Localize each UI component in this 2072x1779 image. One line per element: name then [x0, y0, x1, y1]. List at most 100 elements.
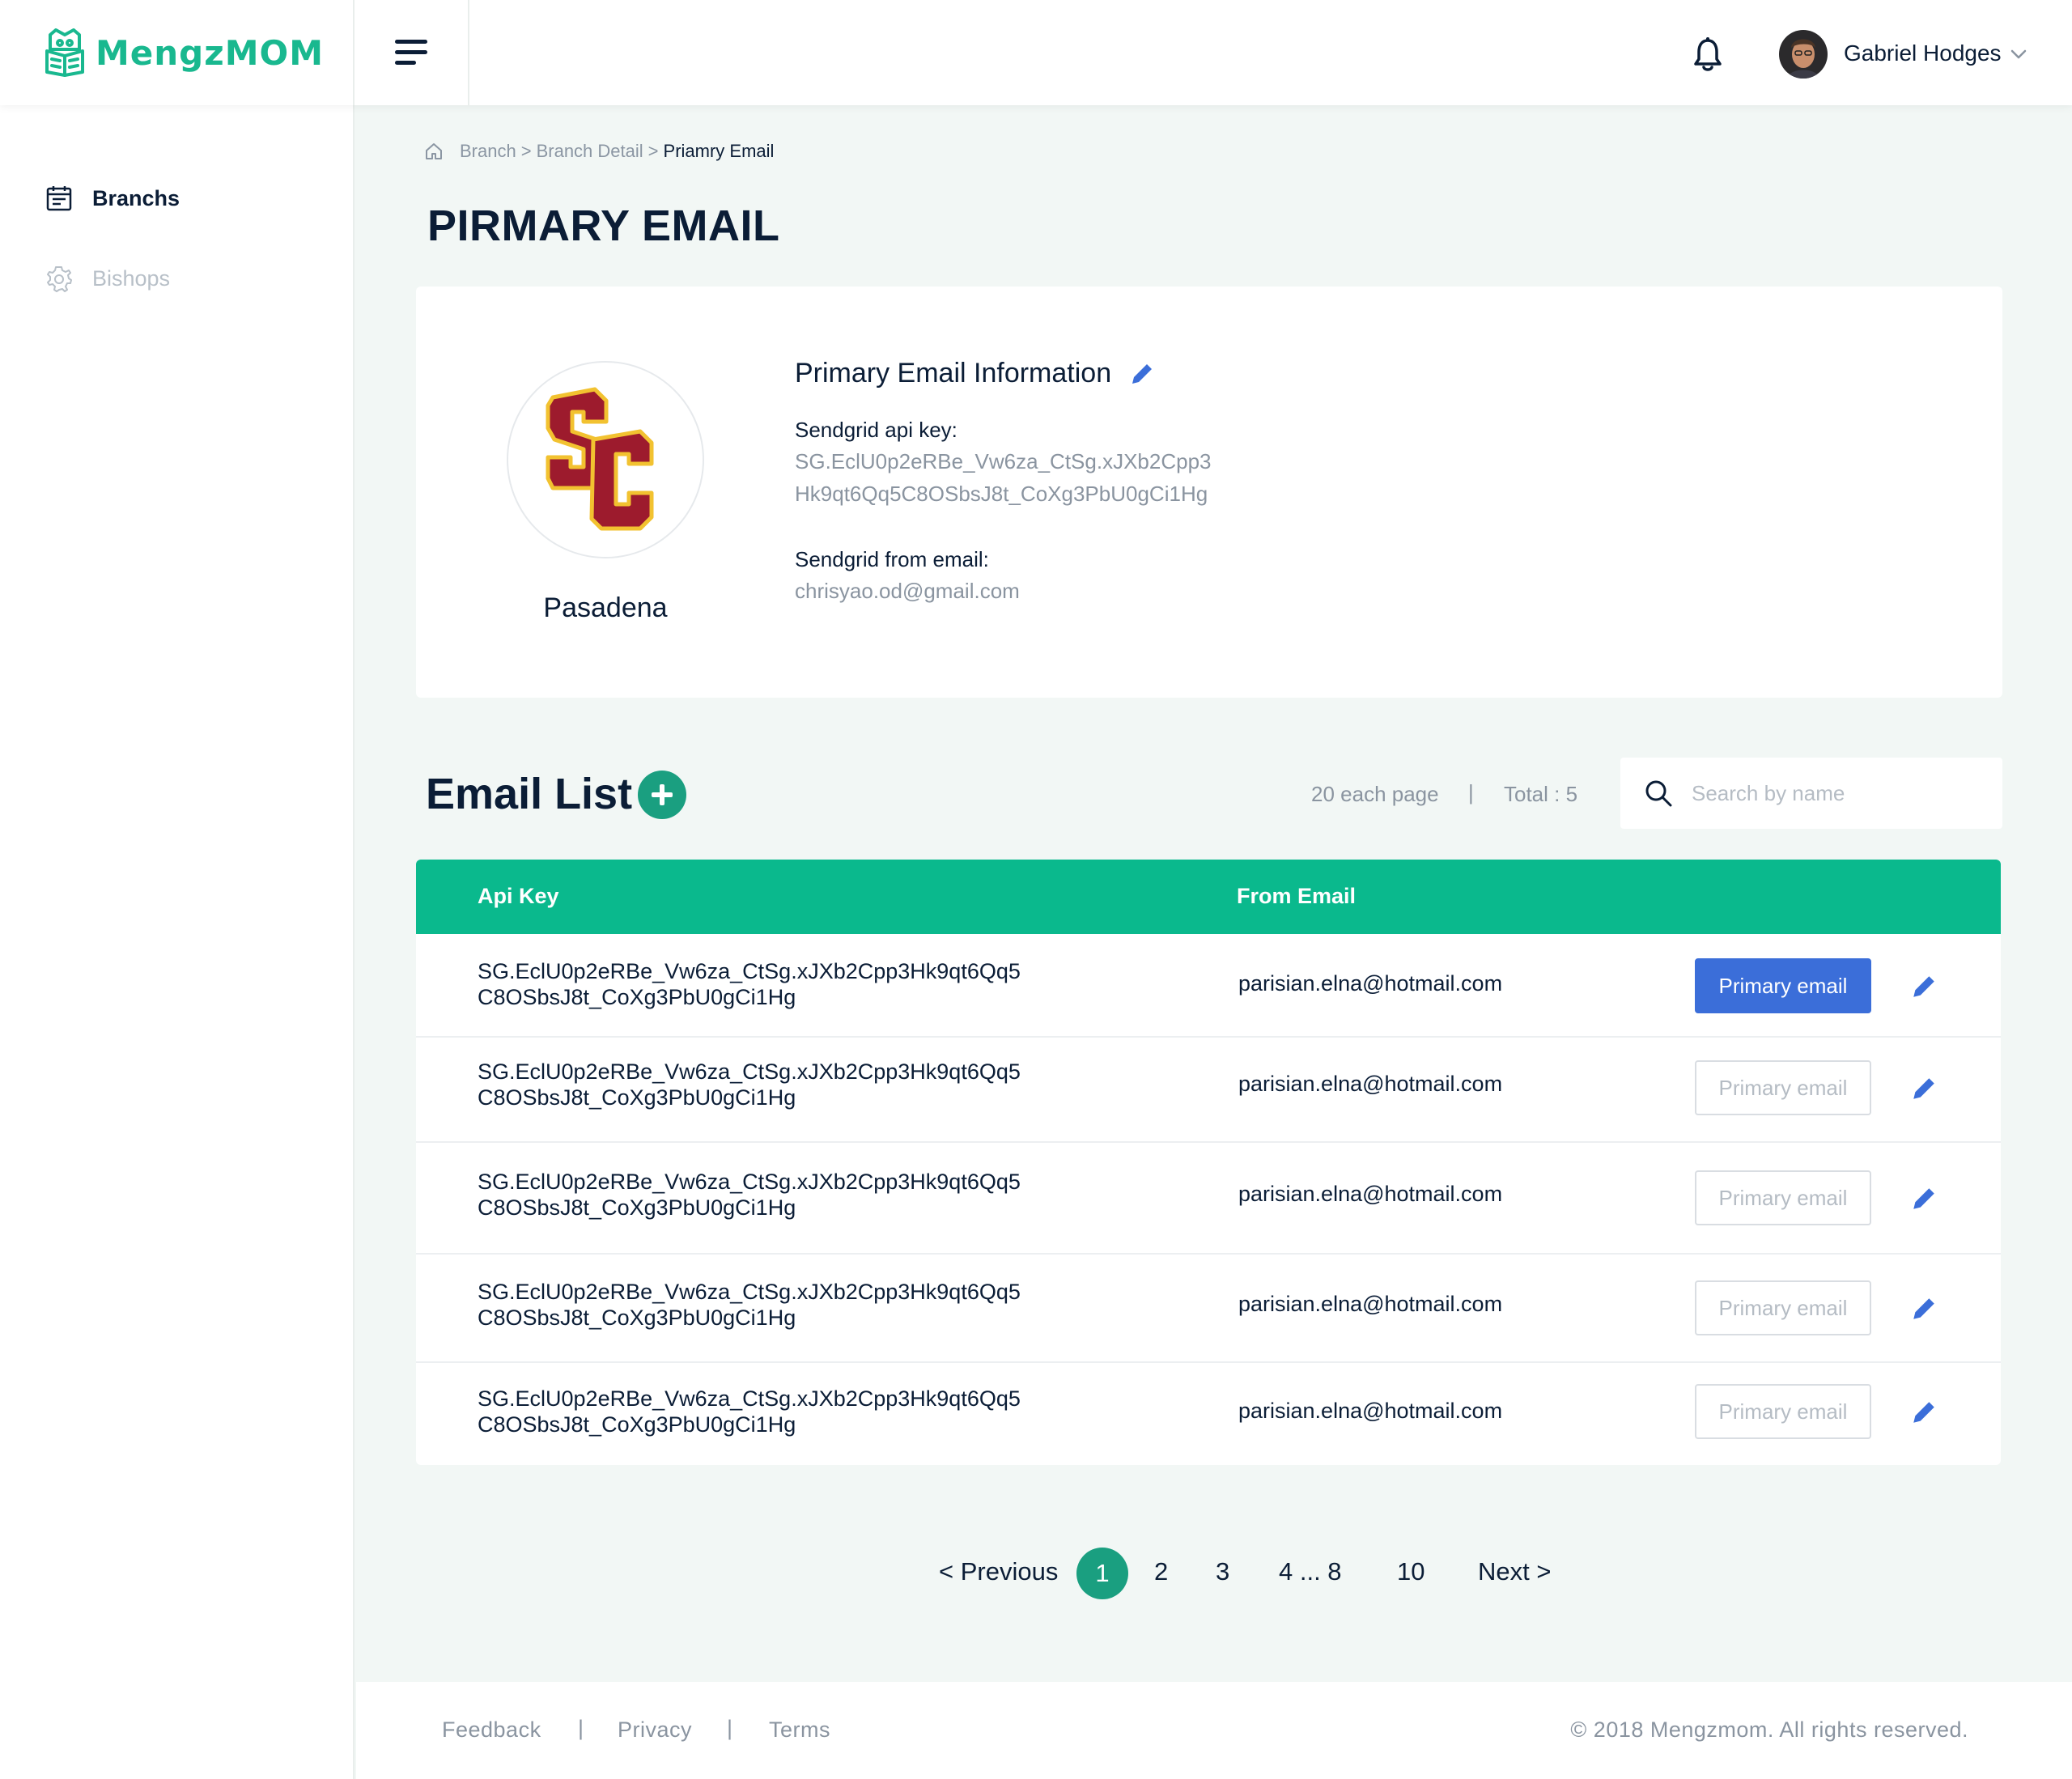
chevron-down-icon[interactable] — [2009, 47, 2028, 62]
page-link[interactable]: 4 ... 8 — [1279, 1557, 1342, 1586]
sidebar-item-label: Bishops — [92, 265, 171, 291]
breadcrumb-branch[interactable]: Branch — [460, 141, 516, 162]
api-key-label: Sendgrid api key: — [795, 418, 957, 442]
email-table: Api Key From Email SG.EclU0p2eRBe_Vw6za_… — [416, 860, 2001, 1465]
search-input[interactable] — [1692, 780, 1983, 806]
from-email-cell: parisian.elna@hotmail.com — [1238, 1182, 1503, 1206]
api-key-line2: C8OSbsJ8t_CoXg3PbU0gCi1Hg — [478, 1306, 796, 1330]
api-key-cell: SG.EclU0p2eRBe_Vw6za_CtSg.xJXb2Cpp3Hk9qt… — [478, 1386, 1021, 1437]
api-key-cell: SG.EclU0p2eRBe_Vw6za_CtSg.xJXb2Cpp3Hk9qt… — [478, 958, 1021, 1010]
primary-email-info-card: Pasadena Primary Email Information Sendg… — [416, 287, 2002, 698]
sidebar-item-bishops[interactable]: Bishops — [45, 262, 170, 295]
per-page-label[interactable]: 20 each page — [1311, 782, 1439, 807]
info-title-text: Primary Email Information — [795, 358, 1112, 388]
api-key-line2: C8OSbsJ8t_CoXg3PbU0gCi1Hg — [478, 1412, 796, 1437]
previous-page-button[interactable]: < Previous — [939, 1557, 1058, 1586]
logo[interactable]: MengzMOM — [0, 0, 355, 105]
api-key-value-line1: SG.EclU0p2eRBe_Vw6za_CtSg.xJXb2Cpp3 — [795, 449, 1212, 473]
top-bar: MengzMOM Gabriel Hodges — [0, 0, 2072, 105]
column-header-from-email[interactable]: From Email — [1237, 884, 1356, 909]
from-email-cell: parisian.elna@hotmail.com — [1238, 1399, 1503, 1423]
breadcrumb-separator: > — [648, 141, 659, 161]
primary-email-button[interactable]: Primary email — [1695, 1060, 1871, 1115]
api-key-cell: SG.EclU0p2eRBe_Vw6za_CtSg.xJXb2Cpp3Hk9qt… — [478, 1169, 1021, 1221]
edit-pencil-icon[interactable] — [1910, 1075, 1938, 1102]
page-current[interactable]: 1 — [1076, 1548, 1128, 1599]
page-link[interactable]: 2 — [1154, 1557, 1168, 1586]
home-icon[interactable] — [424, 142, 444, 161]
primary-email-button[interactable]: Primary email — [1695, 1280, 1871, 1335]
primary-email-button[interactable]: Primary email — [1695, 1170, 1871, 1225]
branch-name: Pasadena — [543, 592, 668, 623]
footer-separator: | — [727, 1716, 733, 1740]
table-row[interactable]: SG.EclU0p2eRBe_Vw6za_CtSg.xJXb2Cpp3Hk9qt… — [416, 1363, 2001, 1465]
hamburger-icon — [395, 40, 427, 65]
from-email-label: Sendgrid from email: — [795, 547, 989, 571]
api-key-cell: SG.EclU0p2eRBe_Vw6za_CtSg.xJXb2Cpp3Hk9qt… — [478, 1059, 1021, 1110]
from-email-value: chrisyao.od@gmail.com — [795, 579, 1020, 603]
page-link[interactable]: 3 — [1216, 1557, 1229, 1586]
add-email-button[interactable] — [638, 771, 686, 819]
next-page-button[interactable]: Next > — [1478, 1557, 1551, 1586]
api-key-line1: SG.EclU0p2eRBe_Vw6za_CtSg.xJXb2Cpp3Hk9qt… — [478, 1280, 1021, 1304]
bell-icon[interactable] — [1692, 37, 1724, 73]
api-key-line2: C8OSbsJ8t_CoXg3PbU0gCi1Hg — [478, 1085, 796, 1110]
page-title: PIRMARY EMAIL — [427, 202, 780, 250]
column-header-api-key[interactable]: Api Key — [478, 884, 559, 909]
api-key-cell: SG.EclU0p2eRBe_Vw6za_CtSg.xJXb2Cpp3Hk9qt… — [478, 1279, 1021, 1331]
plus-icon — [652, 784, 673, 805]
table-row[interactable]: SG.EclU0p2eRBe_Vw6za_CtSg.xJXb2Cpp3Hk9qt… — [416, 1143, 2001, 1255]
sc-logo-icon — [546, 387, 654, 531]
breadcrumb-branch-detail[interactable]: Branch Detail — [537, 141, 643, 162]
api-key-line2: C8OSbsJ8t_CoXg3PbU0gCi1Hg — [478, 985, 796, 1009]
edit-pencil-icon[interactable] — [1129, 361, 1155, 387]
logo-text: MengzMOM — [96, 32, 324, 73]
sidebar-item-label: Branchs — [92, 185, 180, 210]
total-count: Total : 5 — [1504, 782, 1578, 806]
primary-email-button[interactable]: Primary email — [1695, 958, 1871, 1013]
logo-icon — [45, 28, 84, 77]
copyright-text: © 2018 Mengzmom. All rights reserved. — [1570, 1717, 1968, 1742]
gear-icon — [47, 266, 72, 292]
api-key-value-line2: Hk9qt6Qq5C8OSbsJ8t_CoXg3PbU0gCi1Hg — [795, 482, 1208, 506]
footer-link-privacy[interactable]: Privacy — [618, 1717, 692, 1743]
branch-logo — [507, 361, 704, 558]
footer-separator: | — [578, 1716, 584, 1740]
table-row[interactable]: SG.EclU0p2eRBe_Vw6za_CtSg.xJXb2Cpp3Hk9qt… — [416, 1255, 2001, 1363]
breadcrumb: Branch > Branch Detail > Priamry Email — [424, 141, 774, 162]
user-name[interactable]: Gabriel Hodges — [1844, 40, 2002, 66]
search-box[interactable] — [1620, 758, 2002, 829]
avatar-image — [1779, 30, 1828, 79]
breadcrumb-current: Priamry Email — [663, 141, 775, 161]
header-divider: | — [1468, 780, 1474, 805]
avatar[interactable] — [1779, 30, 1828, 79]
sidebar: Branchs Bishops — [0, 105, 355, 1779]
api-key-line1: SG.EclU0p2eRBe_Vw6za_CtSg.xJXb2Cpp3Hk9qt… — [478, 1386, 1021, 1411]
breadcrumb-separator: > — [520, 141, 532, 161]
from-email-cell: parisian.elna@hotmail.com — [1238, 971, 1503, 996]
info-title: Primary Email Information — [795, 358, 1155, 389]
edit-pencil-icon[interactable] — [1910, 1185, 1938, 1212]
footer-link-feedback[interactable]: Feedback — [442, 1717, 541, 1743]
api-key-line1: SG.EclU0p2eRBe_Vw6za_CtSg.xJXb2Cpp3Hk9qt… — [478, 1059, 1021, 1084]
table-header: Api Key From Email — [416, 860, 2001, 934]
api-key-line2: C8OSbsJ8t_CoXg3PbU0gCi1Hg — [478, 1195, 796, 1220]
sidebar-item-branchs[interactable]: Branchs — [45, 182, 180, 214]
calendar-icon — [46, 186, 72, 211]
edit-pencil-icon[interactable] — [1910, 1295, 1938, 1323]
footer: Feedback | Privacy | Terms © 2018 Mengzm… — [356, 1682, 2072, 1779]
api-key-line1: SG.EclU0p2eRBe_Vw6za_CtSg.xJXb2Cpp3Hk9qt… — [478, 1170, 1021, 1194]
table-row[interactable]: SG.EclU0p2eRBe_Vw6za_CtSg.xJXb2Cpp3Hk9qt… — [416, 934, 2001, 1038]
hamburger-menu-button[interactable] — [355, 0, 469, 105]
edit-pencil-icon[interactable] — [1910, 1399, 1938, 1426]
from-email-cell: parisian.elna@hotmail.com — [1238, 1292, 1503, 1316]
edit-pencil-icon[interactable] — [1910, 973, 1938, 1000]
from-email-cell: parisian.elna@hotmail.com — [1238, 1072, 1503, 1096]
api-key-line1: SG.EclU0p2eRBe_Vw6za_CtSg.xJXb2Cpp3Hk9qt… — [478, 959, 1021, 983]
search-icon — [1645, 780, 1672, 807]
primary-email-button[interactable]: Primary email — [1695, 1384, 1871, 1439]
table-row[interactable]: SG.EclU0p2eRBe_Vw6za_CtSg.xJXb2Cpp3Hk9qt… — [416, 1038, 2001, 1143]
footer-link-terms[interactable]: Terms — [769, 1717, 830, 1743]
page-link[interactable]: 10 — [1397, 1557, 1424, 1586]
email-list-title: Email List — [426, 770, 633, 818]
